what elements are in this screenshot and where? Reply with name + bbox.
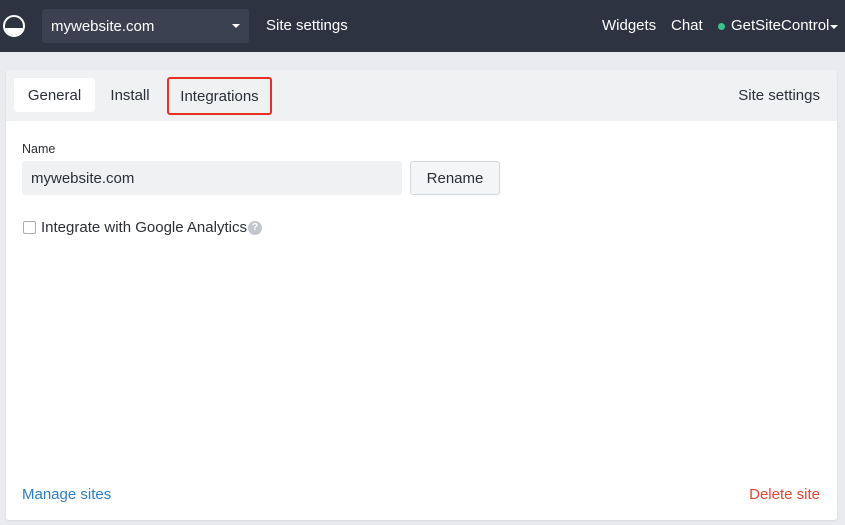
delete-site-link[interactable]: Delete site xyxy=(749,486,820,503)
site-selector-value: mywebsite.com xyxy=(51,17,155,35)
account-menu[interactable]: GetSiteControl xyxy=(731,17,829,34)
rename-button[interactable]: Rename xyxy=(410,161,500,195)
account-chevron-down-icon[interactable] xyxy=(830,25,838,29)
google-analytics-label[interactable]: Integrate with Google Analytics xyxy=(41,219,247,236)
site-settings-panel: General Install Integrations Site settin… xyxy=(6,70,837,520)
widgets-link[interactable]: Widgets xyxy=(602,17,656,34)
site-name-input[interactable] xyxy=(22,161,402,195)
chat-link[interactable]: Chat xyxy=(671,17,703,34)
google-analytics-checkbox[interactable] xyxy=(23,221,36,234)
site-settings-link[interactable]: Site settings xyxy=(266,17,348,34)
tab-bar: General Install Integrations Site settin… xyxy=(6,70,837,121)
getsitecontrol-logo-icon[interactable] xyxy=(3,15,25,37)
tab-install[interactable]: Install xyxy=(100,78,160,112)
help-icon[interactable]: ? xyxy=(248,221,262,235)
top-bar: mywebsite.com Site settings Widgets Chat… xyxy=(0,0,845,52)
tab-integrations[interactable]: Integrations xyxy=(167,77,272,115)
online-status-icon xyxy=(718,23,725,30)
site-selector[interactable]: mywebsite.com xyxy=(42,9,249,43)
tab-general[interactable]: General xyxy=(14,78,95,112)
manage-sites-link[interactable]: Manage sites xyxy=(22,486,111,503)
chevron-down-icon xyxy=(232,24,240,28)
panel-title: Site settings xyxy=(738,87,820,104)
name-label: Name xyxy=(22,142,56,156)
